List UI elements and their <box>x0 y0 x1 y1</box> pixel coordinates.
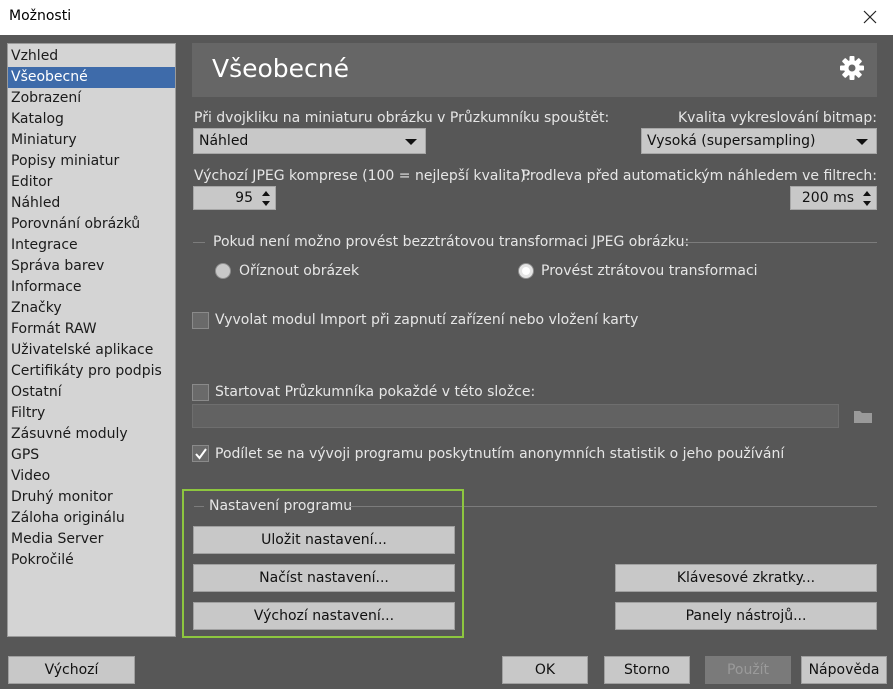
dblclick-label: Při dvojkliku na miniaturu obrázku v Prů… <box>194 110 610 126</box>
startup-folder-input[interactable] <box>192 404 839 428</box>
jpeg-compression-value: 95 <box>235 190 253 206</box>
sidebar-item-znacky[interactable]: Značky <box>8 298 175 319</box>
sidebar-item-zasuvne-moduly[interactable]: Zásuvné moduly <box>8 424 175 445</box>
sidebar-item-integrace[interactable]: Integrace <box>8 235 175 256</box>
stats-checkbox-label[interactable]: Podílet se na vývoji programu poskytnutí… <box>215 446 784 462</box>
radio-lossy-label[interactable]: Provést ztrátovou transformaci <box>541 263 758 279</box>
close-button[interactable] <box>847 0 893 35</box>
import-checkbox[interactable] <box>192 312 209 329</box>
import-checkbox-label[interactable]: Vyvolat modul Import při zapnutí zařízen… <box>215 312 638 328</box>
chevron-down-icon <box>405 139 417 145</box>
reset-default-button[interactable]: Výchozí <box>8 656 135 684</box>
help-button[interactable]: Nápověda <box>801 656 887 684</box>
sidebar-item-popisy-miniatur[interactable]: Popisy miniatur <box>8 151 175 172</box>
load-settings-button[interactable]: Načíst nastavení... <box>193 564 455 592</box>
stats-checkbox[interactable] <box>192 445 209 462</box>
sidebar-item-porovnani-obrazku[interactable]: Porovnání obrázků <box>8 214 175 235</box>
toolbars-button[interactable]: Panely nástrojů... <box>615 602 877 630</box>
radio-crop[interactable] <box>215 263 231 279</box>
filter-delay-label: Prodleva před automatickým náhledem ve f… <box>521 168 877 184</box>
category-list[interactable]: Vzhled Všeobecné Zobrazení Katalog Miniatury… <box>7 43 176 637</box>
bitmap-quality-label: Kvalita vykreslování bitmap: <box>678 110 877 126</box>
bitmap-quality-dropdown[interactable]: Vysoká (supersampling) <box>641 128 877 154</box>
sidebar-item-media-server[interactable]: Media Server <box>8 529 175 550</box>
sidebar-item-nahled[interactable]: Náhled <box>8 193 175 214</box>
startup-folder-label[interactable]: Startovat Průzkumníka pokaždé v této slo… <box>215 384 535 400</box>
group-divider <box>193 242 205 243</box>
save-settings-button[interactable]: Uložit nastavení... <box>193 526 455 554</box>
sidebar-item-miniatury[interactable]: Miniatury <box>8 130 175 151</box>
apply-button[interactable]: Použít <box>705 656 791 684</box>
bitmap-quality-value: Vysoká (supersampling) <box>647 133 816 149</box>
startup-folder-checkbox[interactable] <box>192 384 209 401</box>
sidebar-item-editor[interactable]: Editor <box>8 172 175 193</box>
page-title: Všeobecné <box>212 54 350 83</box>
sidebar-item-filtry[interactable]: Filtry <box>8 403 175 424</box>
lossless-group-label: Pokud není možno provést bezztrátovou tr… <box>213 234 690 250</box>
spin-arrows-icon[interactable] <box>261 190 271 208</box>
sidebar-item-sprava-barev[interactable]: Správa barev <box>8 256 175 277</box>
page-header: Všeobecné <box>192 43 877 97</box>
sidebar-item-format-raw[interactable]: Formát RAW <box>8 319 175 340</box>
keyboard-shortcuts-button[interactable]: Klávesové zkratky... <box>615 564 877 592</box>
sidebar-item-ostatni[interactable]: Ostatní <box>8 382 175 403</box>
spin-arrows-icon[interactable] <box>862 190 872 208</box>
ok-button[interactable]: OK <box>502 656 588 684</box>
radio-crop-label[interactable]: Oříznout obrázek <box>239 263 359 279</box>
group-divider <box>684 242 877 243</box>
checkmark-icon <box>195 448 207 460</box>
sidebar-item-pokrocile[interactable]: Pokročilé <box>8 550 175 571</box>
sidebar-item-zaloha-originalu[interactable]: Záloha originálu <box>8 508 175 529</box>
radio-lossy[interactable] <box>518 263 534 279</box>
sidebar-item-druhy-monitor[interactable]: Druhý monitor <box>8 487 175 508</box>
sidebar-item-katalog[interactable]: Katalog <box>8 109 175 130</box>
sidebar-item-vzhled[interactable]: Vzhled <box>8 46 175 67</box>
filter-delay-stepper[interactable]: 200 ms <box>790 186 877 210</box>
chevron-down-icon <box>856 139 868 145</box>
folder-icon[interactable] <box>854 409 872 423</box>
sidebar-item-uzivatelske-aplikace[interactable]: Uživatelské aplikace <box>8 340 175 361</box>
window-title: Možnosti <box>9 8 72 24</box>
dblclick-value: Náhled <box>199 133 249 149</box>
sidebar-item-certifikaty-pro-podpis[interactable]: Certifikáty pro podpis <box>8 361 175 382</box>
sidebar-item-informace[interactable]: Informace <box>8 277 175 298</box>
close-icon <box>863 10 877 24</box>
filter-delay-value: 200 ms <box>801 190 854 206</box>
sidebar-item-gps[interactable]: GPS <box>8 445 175 466</box>
sidebar-item-vseobecne[interactable]: Všeobecné <box>8 67 175 88</box>
sidebar-item-zobrazeni[interactable]: Zobrazení <box>8 88 175 109</box>
jpeg-compression-label: Výchozí JPEG komprese (100 = nejlepší kv… <box>194 168 531 184</box>
radio-selected-dot <box>522 267 530 275</box>
jpeg-compression-stepper[interactable]: 95 <box>193 186 276 210</box>
cancel-button[interactable]: Storno <box>604 656 690 684</box>
default-settings-button[interactable]: Výchozí nastavení... <box>193 602 455 630</box>
dblclick-dropdown[interactable]: Náhled <box>193 128 426 154</box>
sidebar-item-video[interactable]: Video <box>8 466 175 487</box>
title-bar: Možnosti <box>0 0 893 35</box>
gear-icon <box>840 56 864 80</box>
